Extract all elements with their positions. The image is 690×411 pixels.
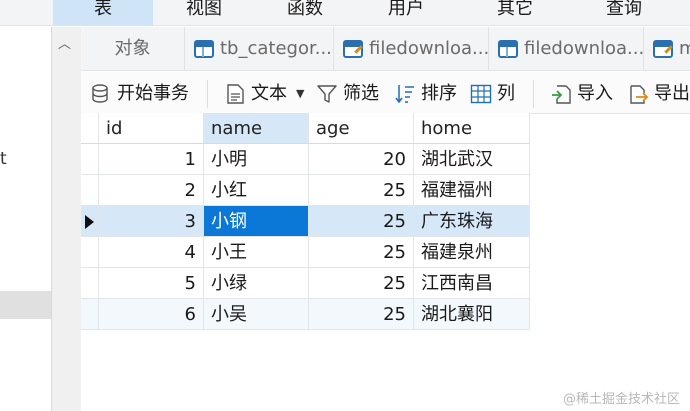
toolbar: 开始事务 文本 ▼ 筛选 排序 列 导入 导出 [81, 72, 690, 114]
cell-name[interactable]: 小红 [204, 175, 309, 206]
cell-id[interactable]: 5 [99, 268, 204, 299]
scroll-up-icon[interactable]: ︿ [58, 33, 71, 52]
object-sidebar: t [0, 27, 52, 411]
cell-age[interactable]: 20 [309, 144, 414, 175]
row-indicator[interactable] [81, 268, 99, 299]
sort-icon [395, 85, 414, 104]
row-indicator[interactable] [81, 175, 99, 206]
import-label: 导入 [577, 83, 613, 104]
sort-label: 排序 [421, 83, 457, 104]
cell-name[interactable]: 小明 [204, 144, 309, 175]
columns-label: 列 [497, 83, 515, 104]
export-label: 导出 [654, 83, 690, 104]
tab-m[interactable]: m [645, 27, 690, 71]
tab-label: m [679, 38, 690, 59]
text-label: 文本 [251, 83, 287, 104]
cell-name[interactable]: 小绿 [204, 268, 309, 299]
import-button[interactable]: 导入 [550, 72, 616, 114]
cell-id[interactable]: 1 [99, 144, 204, 175]
sidebar-item-label[interactable]: t [0, 149, 7, 169]
export-button[interactable]: 导出 [627, 72, 690, 114]
sidebar-splitter[interactable] [51, 27, 81, 411]
table-icon [498, 40, 518, 58]
begin-transaction-label: 开始事务 [117, 83, 189, 104]
begin-transaction-button[interactable]: 开始事务 [90, 72, 200, 114]
tab-label: filedownloa... [369, 38, 489, 59]
cell-id[interactable]: 4 [99, 237, 204, 268]
menu-view[interactable]: 视图 [164, 0, 244, 25]
cell-home[interactable]: 福建泉州 [414, 237, 530, 268]
sort-button[interactable]: 排序 [394, 72, 460, 114]
export-icon [630, 85, 649, 104]
table-edit-icon [653, 40, 673, 58]
database-icon [92, 84, 108, 103]
document-icon [227, 84, 244, 104]
cell-age[interactable]: 25 [309, 237, 414, 268]
cell-home[interactable]: 福建福州 [414, 175, 530, 206]
tab-filedownload-1[interactable]: filedownloa... [335, 27, 489, 71]
menu-other[interactable]: 其它 [475, 0, 555, 25]
cell-id[interactable]: 3 [99, 206, 204, 237]
row-indicator[interactable] [81, 237, 99, 268]
watermark: @稀土掘金技术社区 [562, 392, 680, 407]
filter-label: 筛选 [343, 83, 379, 104]
sidebar-selected-item[interactable] [0, 291, 51, 319]
column-header-name[interactable]: name [204, 113, 309, 144]
cell-id[interactable]: 6 [99, 299, 204, 330]
row-indicator-header [81, 113, 99, 144]
tab-filedownload-2[interactable]: filedownloa... [490, 27, 644, 71]
tab-bar: 对象 tb_categor... filedownloa... filedown… [81, 27, 690, 71]
text-button[interactable]: 文本 ▼ [224, 72, 304, 114]
chevron-down-icon[interactable]: ▼ [296, 72, 304, 116]
cell-age[interactable]: 25 [309, 299, 414, 330]
menu-query[interactable]: 查询 [584, 0, 664, 25]
import-icon [552, 85, 571, 104]
tab-objects[interactable]: 对象 [81, 27, 185, 71]
menu-table[interactable]: 表 [53, 0, 153, 25]
tab-tb-category[interactable]: tb_categor... [186, 27, 334, 71]
grid-icon [470, 84, 492, 104]
row-indicator[interactable] [81, 206, 99, 237]
tab-label: tb_categor... [220, 38, 332, 59]
table-edit-icon [343, 40, 363, 58]
row-indicator[interactable] [81, 299, 99, 330]
cell-home[interactable]: 湖北襄阳 [414, 299, 530, 330]
cell-home[interactable]: 湖北武汉 [414, 144, 530, 175]
filter-button[interactable]: 筛选 [316, 72, 384, 114]
filter-icon [317, 85, 337, 103]
toolbar-separator [533, 80, 534, 108]
table-icon [194, 40, 214, 58]
cell-home[interactable]: 江西南昌 [414, 268, 530, 299]
cell-name[interactable]: 小吴 [204, 299, 309, 330]
row-indicator[interactable] [81, 144, 99, 175]
cell-home[interactable]: 广东珠海 [414, 206, 530, 237]
cell-id[interactable]: 2 [99, 175, 204, 206]
cell-name-focused[interactable]: 小钢 [204, 206, 309, 237]
menu-user[interactable]: 用户 [366, 0, 446, 25]
column-header-age[interactable]: age [309, 113, 414, 144]
cell-age[interactable]: 25 [309, 175, 414, 206]
column-header-home[interactable]: home [414, 113, 530, 144]
tab-label: filedownloa... [524, 38, 644, 59]
cell-name[interactable]: 小王 [204, 237, 309, 268]
current-row-arrow-icon [85, 215, 94, 229]
columns-button[interactable]: 列 [470, 72, 520, 114]
cell-age[interactable]: 25 [309, 268, 414, 299]
column-header-id[interactable]: id [99, 113, 204, 144]
menu-function[interactable]: 函数 [265, 0, 345, 25]
menu-bar: 表 视图 函数 用户 其它 查询 [0, 0, 690, 26]
toolbar-separator [207, 80, 208, 108]
cell-age[interactable]: 25 [309, 206, 414, 237]
